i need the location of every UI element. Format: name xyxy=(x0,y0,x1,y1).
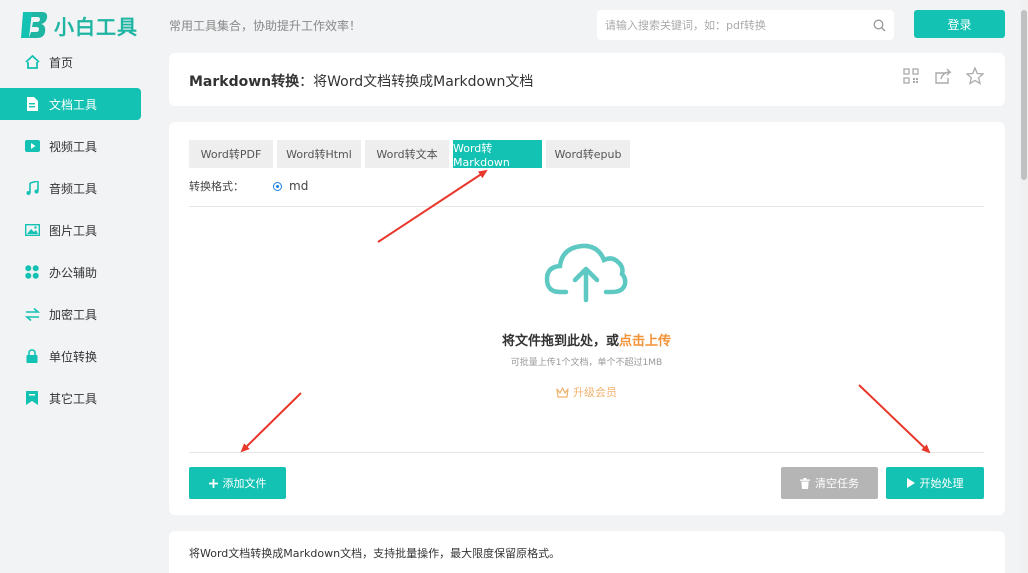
format-radio-md[interactable] xyxy=(273,181,282,191)
play-icon xyxy=(906,478,915,488)
sidebar-item-label: 加密工具 xyxy=(49,307,98,322)
upload-title-text: 将文件拖到此处，或 xyxy=(501,334,619,349)
tab-word-to-text[interactable]: Word转文本 xyxy=(365,140,449,168)
page-title-card: Markdown转换：将Word文档转换成Markdown文档 xyxy=(169,53,1005,106)
format-value: md xyxy=(289,179,309,193)
sidebar-item-label: 文档工具 xyxy=(49,97,98,112)
share-icon[interactable] xyxy=(933,66,953,86)
sidebar-item-video-tools[interactable]: 视频工具 xyxy=(0,130,141,162)
start-processing-label: 开始处理 xyxy=(919,477,964,490)
sidebar-item-label: 音频工具 xyxy=(49,181,98,196)
search-box xyxy=(597,10,894,40)
sidebar-item-label: 首页 xyxy=(49,55,74,70)
format-row: 转换格式： md xyxy=(189,178,308,194)
search-input[interactable] xyxy=(597,10,864,40)
sidebar-item-label: 其它工具 xyxy=(49,391,98,406)
page-title-bold: Markdown转换 xyxy=(189,74,300,90)
upload-dropzone[interactable]: 将文件拖到此处，或点击上传 可批量上传1个文档，单个不超过1MB 升级会员 xyxy=(189,208,984,452)
converter-card: Word转PDF Word转Html Word转文本 Word转Markdown… xyxy=(169,122,1005,515)
upgrade-vip-link[interactable]: 升级会员 xyxy=(189,384,984,400)
upload-hint: 可批量上传1个文档，单个不超过1MB xyxy=(510,358,663,368)
divider xyxy=(189,452,984,453)
sidebar-item-label: 办公辅助 xyxy=(49,265,98,280)
plus-icon xyxy=(208,478,218,488)
lock-icon xyxy=(24,348,40,364)
tab-word-to-html[interactable]: Word转Html xyxy=(277,140,361,168)
search-icon[interactable] xyxy=(864,19,894,32)
sidebar: 首页 文档工具 视频工具 音频工具 图片工具 办公辅助 加密工具 单位转换 其它… xyxy=(0,46,150,424)
trash-icon xyxy=(800,477,810,489)
page-scrollbar[interactable] xyxy=(1020,0,1028,573)
logo[interactable]: 小白工具 xyxy=(20,8,138,42)
video-icon xyxy=(24,138,40,154)
title-actions xyxy=(901,66,985,86)
image-icon xyxy=(24,222,40,238)
slogan: 常用工具集合，协助提升工作效率！ xyxy=(169,19,362,33)
sidebar-item-office-assist[interactable]: 办公辅助 xyxy=(0,256,141,288)
tab-word-to-pdf[interactable]: Word转PDF xyxy=(189,140,273,168)
music-icon xyxy=(24,180,40,196)
page-title-rest: ：将Word文档转换成Markdown文档 xyxy=(299,74,534,90)
crown-icon xyxy=(556,386,569,398)
upgrade-label: 升级会员 xyxy=(573,386,617,399)
qrcode-icon[interactable] xyxy=(901,66,921,86)
description-text: 将Word文档转换成Markdown文档，支持批量操作，最大限度保留原格式。 xyxy=(189,547,561,560)
tab-bar: Word转PDF Word转Html Word转文本 Word转Markdown… xyxy=(189,140,630,169)
brand-name: 小白工具 xyxy=(54,14,138,39)
scrollbar-thumb[interactable] xyxy=(1021,10,1027,180)
tab-word-to-markdown[interactable]: Word转Markdown xyxy=(453,140,542,169)
bookmark-icon xyxy=(24,390,40,406)
sidebar-item-audio-tools[interactable]: 音频工具 xyxy=(0,172,141,204)
clear-tasks-button[interactable]: 清空任务 xyxy=(781,467,878,499)
sidebar-item-unit-convert[interactable]: 单位转换 xyxy=(0,340,141,372)
page-title: Markdown转换：将Word文档转换成Markdown文档 xyxy=(189,71,533,91)
sidebar-item-label: 图片工具 xyxy=(49,223,98,238)
description-card: 将Word文档转换成Markdown文档，支持批量操作，最大限度保留原格式。 xyxy=(169,531,1005,573)
sidebar-item-image-tools[interactable]: 图片工具 xyxy=(0,214,141,246)
tab-word-to-epub[interactable]: Word转epub xyxy=(546,140,630,168)
home-icon xyxy=(24,54,40,70)
cloud-upload-icon xyxy=(544,240,628,308)
divider xyxy=(189,206,984,207)
sidebar-item-label: 视频工具 xyxy=(49,139,98,154)
sidebar-item-encrypt-tools[interactable]: 加密工具 xyxy=(0,298,141,330)
start-processing-button[interactable]: 开始处理 xyxy=(886,467,984,499)
swap-icon xyxy=(24,306,40,322)
logo-icon xyxy=(20,10,48,40)
star-icon[interactable] xyxy=(965,66,985,86)
click-upload-link[interactable]: 点击上传 xyxy=(619,334,671,349)
add-file-button[interactable]: 添加文件 xyxy=(189,467,286,499)
sidebar-item-other-tools[interactable]: 其它工具 xyxy=(0,382,141,414)
sidebar-item-label: 单位转换 xyxy=(49,349,98,364)
sidebar-item-document-tools[interactable]: 文档工具 xyxy=(0,88,141,120)
clear-tasks-label: 清空任务 xyxy=(815,477,859,490)
sidebar-item-home[interactable]: 首页 xyxy=(0,46,141,78)
format-label: 转换格式： xyxy=(189,180,244,193)
add-file-label: 添加文件 xyxy=(222,477,267,490)
login-button[interactable]: 登录 xyxy=(914,10,1005,38)
grid-icon xyxy=(24,264,40,280)
upload-title: 将文件拖到此处，或点击上传 xyxy=(189,330,984,349)
document-icon xyxy=(24,96,40,112)
